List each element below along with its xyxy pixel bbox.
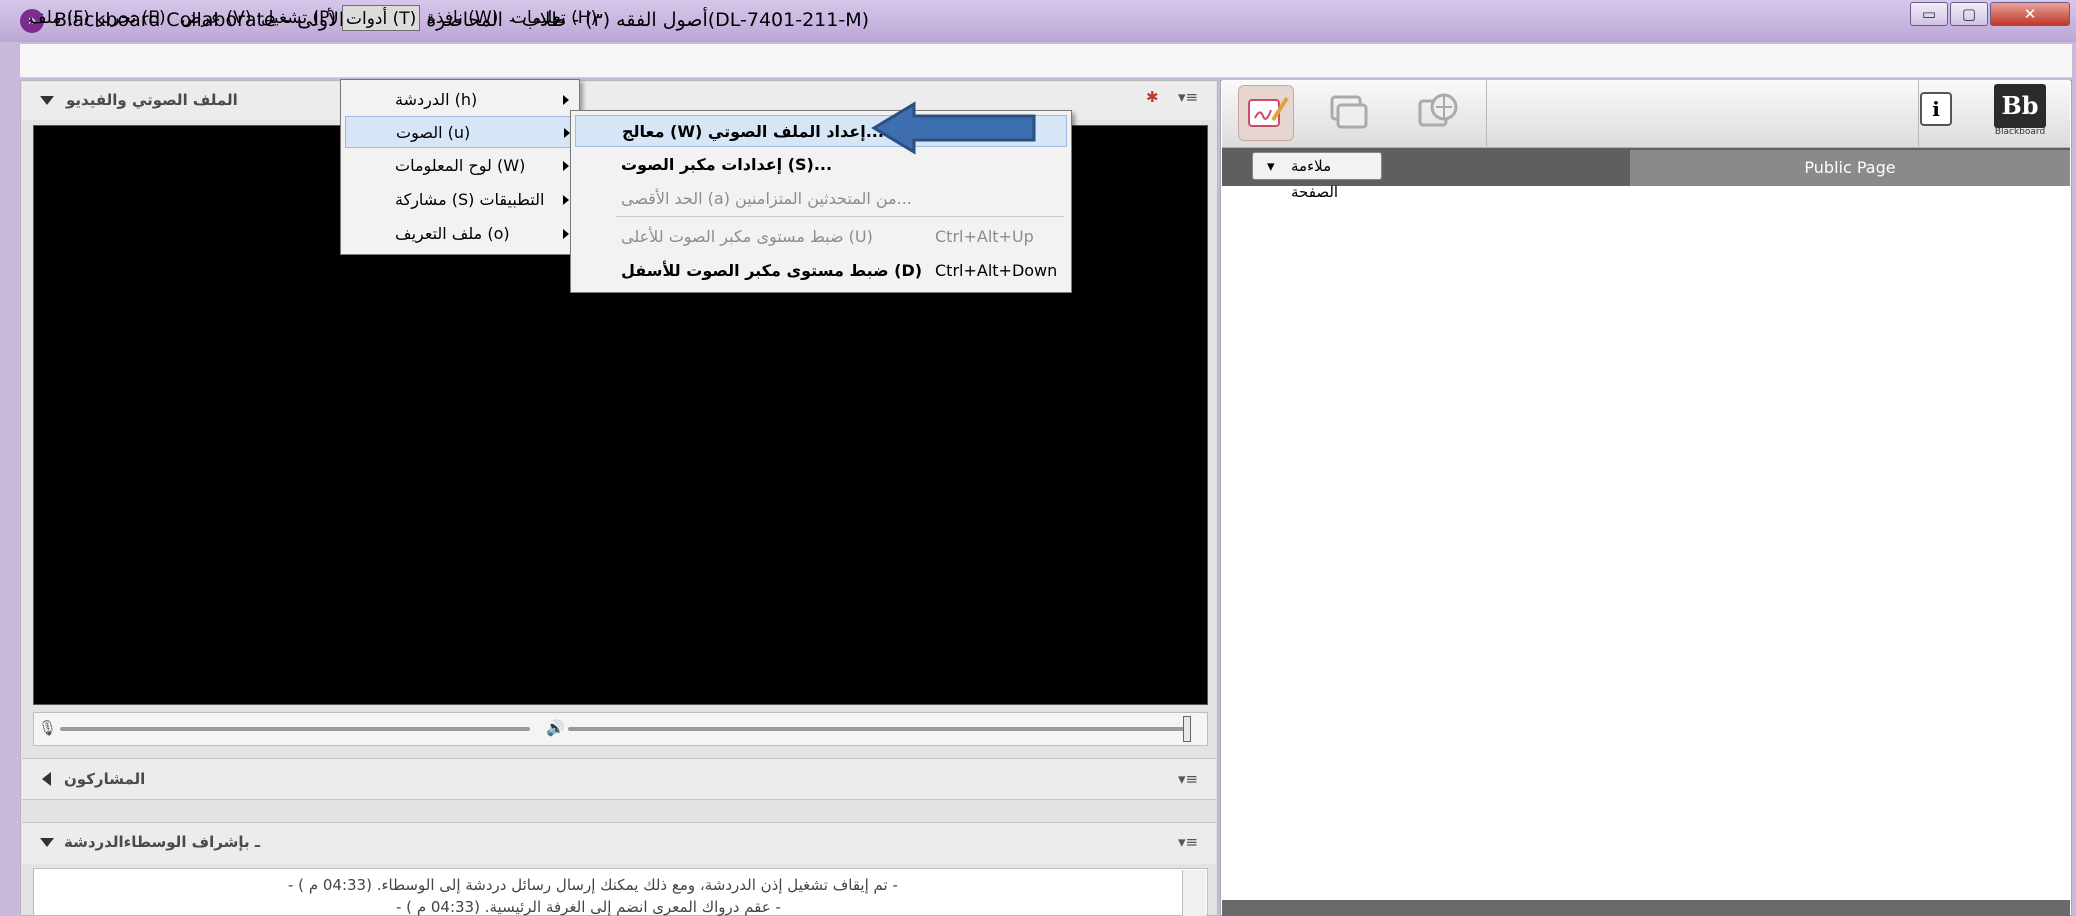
- menu-item-label: الصوت (u): [396, 123, 471, 142]
- menu-item-label: إعدادات مكبر الصوت (S)...: [621, 155, 833, 174]
- submenu-arrow-icon: [563, 161, 569, 171]
- menu-item-label: ملف التعريف (o): [395, 224, 510, 243]
- collapse-arrow-icon[interactable]: [40, 96, 54, 105]
- menu-item-label: لوح المعلومات (W): [395, 156, 526, 175]
- menu-play[interactable]: تشغيل (P): [258, 5, 339, 31]
- menu-item-label: الحد الأقصى (a) من المتحدثين المتزامنين.…: [621, 189, 912, 208]
- fit-page-dropdown[interactable]: ▾ ملاءمة الصفحة: [1252, 152, 1382, 201]
- menu-view[interactable]: عرض (V): [178, 5, 254, 31]
- minimize-button[interactable]: ▭: [1910, 2, 1948, 26]
- menu-item-label: الدردشة (h): [395, 90, 478, 109]
- toolbar-divider: [1918, 80, 1919, 148]
- panel-menu-icon[interactable]: ▾≡: [1178, 88, 1198, 106]
- blackboard-logo: Bb: [1994, 84, 2046, 128]
- menu-item-label: معالج (W) إعداد الملف الصوتي...: [622, 122, 884, 141]
- audio-video-title: الملف الصوتي والفيديو: [66, 91, 238, 109]
- submenu-arrow-icon: [563, 95, 569, 105]
- tools-menu-whiteboard[interactable]: لوح المعلومات (W): [345, 150, 575, 182]
- tools-menu-chat[interactable]: الدردشة (h): [345, 84, 575, 116]
- expand-arrow-icon[interactable]: [42, 772, 51, 786]
- participants-header[interactable]: [22, 758, 1216, 800]
- chat-message: - ( عقم درواك المعرى انضم إلى الغرفة الر…: [396, 898, 781, 916]
- tools-menu: الدردشة (h) الصوت (u) لوح المعلومات (W) …: [340, 79, 580, 255]
- tools-menu-app-share[interactable]: مشاركة (S) التطبيقات: [345, 184, 575, 216]
- volume-handle[interactable]: [1183, 716, 1191, 742]
- menu-item-label: مشاركة (S) التطبيقات: [395, 190, 545, 209]
- microphone-icon: 🎙: [38, 719, 58, 737]
- whiteboard-status-bar: [1222, 900, 2070, 916]
- menu-edit[interactable]: تحرير (E): [94, 5, 169, 31]
- chat-title: ـ بإشراف الوسطاءالدردشة: [64, 833, 260, 851]
- whiteboard-panel: [1220, 80, 2072, 916]
- menu-window[interactable]: نافذة (W): [424, 5, 501, 31]
- whiteboard-icon[interactable]: [1238, 85, 1294, 141]
- menu-help[interactable]: تعليمات (H): [508, 5, 600, 31]
- tab-public-page[interactable]: Public Page: [1630, 150, 2070, 186]
- tools-menu-profile[interactable]: ملف التعريف (o): [345, 218, 575, 250]
- app-share-icon[interactable]: [1320, 85, 1376, 141]
- speaker-volume-up-item: ضبط مستوى مكبر الصوت للأعلى (U) Ctrl+Alt…: [575, 221, 1067, 253]
- menu-file[interactable]: ملف (F): [26, 5, 93, 31]
- close-button[interactable]: ✕: [1990, 2, 2070, 26]
- mic-level-slider[interactable]: [60, 727, 530, 731]
- toolbar-divider: [1486, 80, 1487, 148]
- menu-item-label: ضبط مستوى مكبر الصوت للأعلى (U): [621, 227, 873, 246]
- tools-menu-audio[interactable]: الصوت (u): [345, 116, 575, 148]
- chat-scrollbar[interactable]: [1182, 870, 1206, 916]
- speaker-volume-down-item[interactable]: ضبط مستوى مكبر الصوت للأسفل (D) Ctrl+Alt…: [575, 255, 1067, 287]
- max-speakers-item: الحد الأقصى (a) من المتحدثين المتزامنين.…: [575, 183, 1067, 215]
- speaker-icon: 🔊: [546, 719, 565, 737]
- menu-item-label: ضبط مستوى مكبر الصوت للأسفل (D): [621, 261, 923, 280]
- chat-message: - ( تم إيقاف تشغيل إذن الدردشة، ومع ذلك …: [288, 876, 898, 894]
- menu-bar: [20, 44, 2072, 78]
- participants-menu-icon[interactable]: ▾≡: [1178, 770, 1198, 788]
- info-icon[interactable]: i: [1920, 92, 1952, 126]
- maximize-button[interactable]: ▢: [1950, 2, 1988, 26]
- participants-title: المشاركون: [64, 770, 146, 788]
- annotation-arrow-icon: [870, 100, 1040, 156]
- speaker-volume-slider[interactable]: [568, 727, 1188, 731]
- submenu-arrow-icon: [563, 229, 569, 239]
- collapse-arrow-icon[interactable]: [40, 838, 54, 847]
- menu-item-shortcut: Ctrl+Alt+Down: [935, 261, 1058, 280]
- web-tour-icon[interactable]: [1410, 85, 1466, 141]
- blackboard-name: Blackboard: [1994, 127, 2046, 137]
- dropdown-arrow-icon: ▾: [1267, 157, 1275, 175]
- menu-tools[interactable]: أدوات (T): [342, 5, 421, 31]
- menu-separator: [616, 216, 1064, 217]
- settings-gear-icon[interactable]: ✱: [1146, 88, 1159, 106]
- chat-menu-icon[interactable]: ▾≡: [1178, 833, 1198, 851]
- submenu-arrow-icon: [563, 195, 569, 205]
- fit-page-label: ملاءمة الصفحة: [1291, 157, 1339, 201]
- menu-item-shortcut: Ctrl+Alt+Up: [935, 227, 1034, 246]
